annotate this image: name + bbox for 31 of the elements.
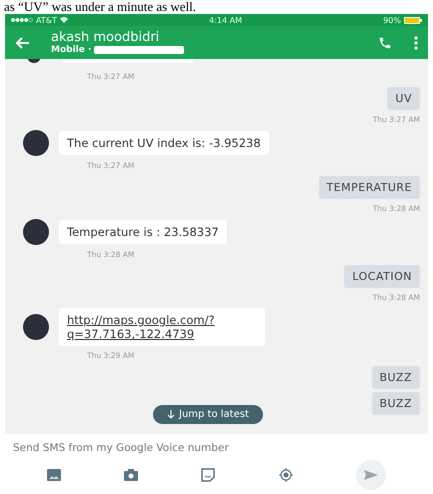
contact-name: akash moodbidri xyxy=(51,30,160,44)
send-icon xyxy=(364,470,378,480)
jump-to-latest-button[interactable]: Jump to latest xyxy=(153,405,263,424)
more-options-icon[interactable] xyxy=(414,36,418,50)
sticker-icon[interactable] xyxy=(201,468,216,482)
image-icon[interactable] xyxy=(46,469,61,481)
avatar xyxy=(23,130,49,156)
battery-icon xyxy=(404,16,422,24)
wifi-icon xyxy=(60,17,68,23)
avatar xyxy=(23,314,49,340)
camera-icon[interactable] xyxy=(124,469,138,481)
battery-percent: 90% xyxy=(383,16,401,24)
contact-subtitle: Mobile · xyxy=(51,44,92,54)
sent-message: LOCATION xyxy=(344,265,420,288)
received-message: The current UV index is: -3.95238 xyxy=(59,131,269,155)
location-icon[interactable] xyxy=(278,468,293,482)
sent-message: TEMPERATURE xyxy=(318,176,420,199)
clock-time: 4:14 AM xyxy=(209,16,242,24)
received-message: Temperature is : 23.58337 xyxy=(59,220,227,244)
phone-icon[interactable] xyxy=(378,36,392,50)
back-arrow-icon[interactable] xyxy=(15,36,29,48)
sent-message: UV xyxy=(387,87,420,110)
down-arrow-icon xyxy=(167,410,175,419)
caption-text: as “UV” was under a minute as well. xyxy=(3,0,198,14)
signal-icon xyxy=(11,18,33,22)
send-button[interactable] xyxy=(356,460,386,490)
carrier-name: AT&T xyxy=(36,16,57,24)
sent-message: BUZZ xyxy=(372,366,420,389)
map-link[interactable]: http://maps.google.com/?q=37.7163,-122.4739 xyxy=(67,313,257,341)
avatar xyxy=(23,219,49,245)
sent-message: BUZZ xyxy=(372,392,420,415)
